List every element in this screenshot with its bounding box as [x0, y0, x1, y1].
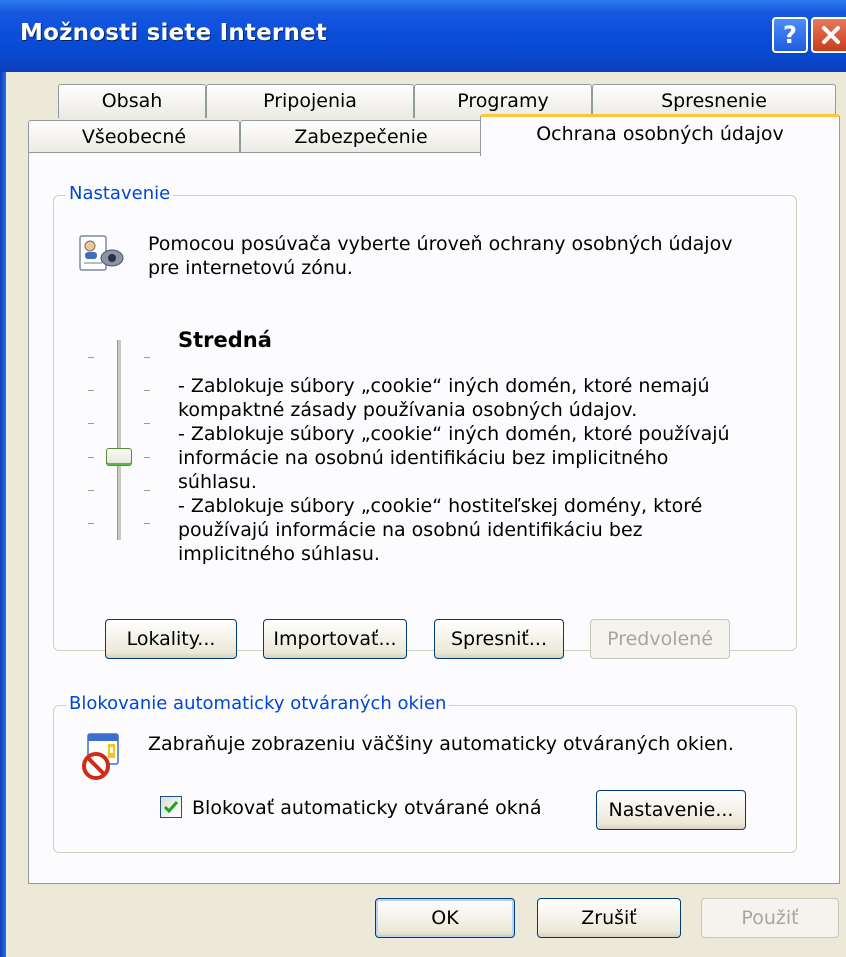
- cancel-button[interactable]: Zrušiť: [537, 898, 681, 938]
- description-line: implicitného súhlasu.: [178, 543, 380, 565]
- slider-tick: [88, 357, 94, 358]
- tab-obsah[interactable]: Obsah: [58, 84, 206, 118]
- tab-spresnenie[interactable]: Spresnenie: [592, 84, 836, 118]
- description-line: používajú informácie na osobnú identifik…: [178, 519, 643, 541]
- close-button[interactable]: [811, 17, 846, 53]
- settings-group: Nastavenie Pomocou posúvača vyberte úrov…: [53, 183, 797, 659]
- apply-button: Použiť: [701, 898, 839, 938]
- tab-zabezpecenie[interactable]: Zabezpečenie: [240, 120, 482, 154]
- ok-button[interactable]: OK: [375, 898, 515, 938]
- slider-tick: [88, 490, 94, 491]
- description-line: - Zablokuje súbory „cookie“ iných domén,…: [178, 423, 730, 445]
- slider-track: [117, 340, 121, 540]
- slider-tick: [88, 457, 94, 458]
- tab-vseobecne[interactable]: Všeobecné: [28, 120, 240, 154]
- tab-programy[interactable]: Programy: [414, 84, 592, 118]
- sites-button[interactable]: Lokality...: [105, 619, 237, 659]
- slider-tick: [88, 523, 94, 524]
- popup-description: Zabraňuje zobrazeniu väčšiny automaticky…: [148, 733, 734, 755]
- block-popups-checkbox[interactable]: [160, 796, 182, 818]
- settings-group-title: Nastavenie: [66, 183, 174, 204]
- import-button[interactable]: Importovať...: [263, 619, 407, 659]
- slider-tick: [144, 357, 150, 358]
- checkmark-icon: [163, 801, 179, 814]
- help-button[interactable]: ?: [772, 17, 808, 53]
- tab-pripojenia[interactable]: Pripojenia: [206, 84, 414, 118]
- internet-options-dialog: Možnosti siete Internet ? Obsah Pripojen…: [0, 0, 846, 957]
- popup-settings-button[interactable]: Nastavenie...: [596, 790, 746, 830]
- window-title: Možnosti siete Internet: [20, 20, 328, 46]
- description-line: informácie na osobnú identifikáciu bez i…: [178, 447, 669, 469]
- advanced-button[interactable]: Spresniť...: [434, 619, 564, 659]
- description-line: súhlasu.: [178, 471, 257, 493]
- privacy-zone-icon: [79, 235, 124, 271]
- popup-blocker-group: Blokovanie automaticky otváraných okien …: [53, 693, 797, 853]
- description-line: kompaktné zásady používania osobných úda…: [178, 399, 638, 421]
- slider-tick: [144, 423, 150, 424]
- slider-tick: [144, 457, 150, 458]
- tab-ochrana-osobnych-udajov[interactable]: Ochrana osobných údajov: [480, 114, 840, 156]
- slider-tick: [88, 423, 94, 424]
- description-line: - Zablokuje súbory „cookie“ hostiteľskej…: [178, 495, 703, 517]
- privacy-level-slider[interactable]: [84, 340, 154, 540]
- slider-tick: [88, 390, 94, 391]
- slider-thumb[interactable]: [106, 448, 132, 466]
- title-bar[interactable]: Možnosti siete Internet ?: [0, 0, 846, 72]
- popup-group-title: Blokovanie automaticky otváraných okien: [66, 693, 450, 714]
- privacy-level-title: Stredná: [178, 328, 272, 352]
- close-icon: [822, 26, 840, 44]
- privacy-level-description: - Zablokuje súbory „cookie“ iných domén,…: [178, 374, 778, 566]
- window-frame: [0, 72, 6, 957]
- slider-tick: [144, 490, 150, 491]
- settings-intro-text: Pomocou posúvača vyberte úroveň ochrany …: [148, 233, 733, 279]
- default-button: Predvolené: [590, 619, 730, 659]
- privacy-tab-panel: Nastavenie Pomocou posúvača vyberte úrov…: [28, 152, 840, 884]
- block-popups-label[interactable]: Blokovať automaticky otvárané okná: [192, 796, 541, 820]
- help-icon: ?: [783, 21, 797, 49]
- popup-blocker-icon: [82, 733, 119, 780]
- description-line: - Zablokuje súbory „cookie“ iných domén,…: [178, 375, 710, 397]
- slider-tick: [144, 523, 150, 524]
- slider-tick: [144, 390, 150, 391]
